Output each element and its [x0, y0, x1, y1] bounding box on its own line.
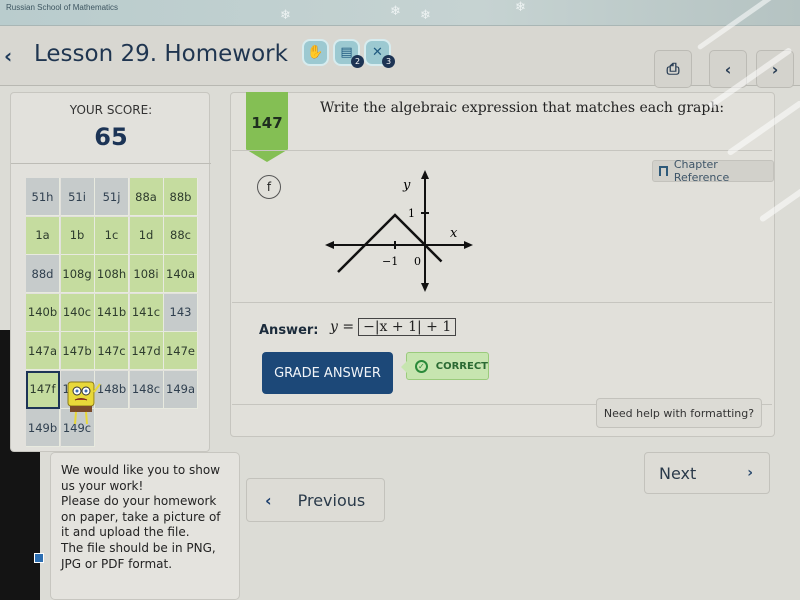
y-axis-label: y	[402, 178, 411, 193]
lesson-header: ‹ Lesson 29. Homework ✋ ▤ 2 ✕ 3 ⎙ ‹ ›	[0, 26, 800, 88]
problem-cell-147c[interactable]: 147c	[95, 332, 129, 370]
problem-cell-143[interactable]: 143	[164, 293, 198, 332]
answer-expression: y = −|x + 1| + 1	[330, 318, 457, 336]
info-line: Please do your homework on paper, take a…	[61, 494, 221, 540]
next-button[interactable]: Next ›	[644, 452, 770, 494]
divider	[232, 302, 772, 303]
problem-cell-1c[interactable]: 1c	[95, 216, 129, 255]
score-label: YOUR SCORE:	[69, 103, 153, 117]
snowflake-icon: ❄	[420, 8, 431, 23]
lesson-title: Lesson 29. Homework	[34, 41, 288, 67]
origin-label: 0	[414, 255, 421, 268]
problem-cell-1b[interactable]: 1b	[60, 216, 95, 255]
chapter-reference-label: Chapter Reference	[673, 158, 730, 184]
question-prompt: Write the algebraic expression that matc…	[320, 100, 725, 116]
absolute-value-graph: y x 1 −1 0	[325, 170, 473, 292]
problem-cell-88c[interactable]: 88c	[164, 216, 198, 255]
tools-count-badge: 3	[382, 55, 395, 68]
screen: Russian School of Mathematics ❄ ❄ ❄ ❄ ‹ …	[0, 0, 800, 600]
problem-cell-141b[interactable]: 141b	[95, 293, 129, 332]
previous-label: Previous	[297, 490, 366, 510]
problem-cell-147e[interactable]: 147e	[164, 332, 198, 370]
problem-cell-147b[interactable]: 147b	[60, 332, 95, 370]
top-banner: Russian School of Mathematics ❄ ❄ ❄ ❄	[0, 0, 800, 26]
next-label: Next	[659, 463, 697, 483]
books-count-badge: 2	[351, 55, 364, 68]
divider	[11, 163, 211, 164]
chevron-right-icon: ›	[747, 465, 753, 481]
x-axis-label: x	[450, 226, 458, 241]
chevron-left-icon: ‹	[265, 490, 272, 510]
bookmark-icon	[659, 166, 668, 176]
x-tick-label: −1	[382, 255, 398, 268]
problem-cell-140c[interactable]: 140c	[60, 293, 95, 332]
problem-cell-149b[interactable]: 149b	[26, 409, 60, 447]
previous-button[interactable]: ‹ Previous	[246, 478, 385, 522]
score-value: 65	[94, 123, 128, 151]
problem-cell-1a[interactable]: 1a	[26, 216, 60, 255]
part-label: f	[257, 175, 281, 199]
problem-cell-88d[interactable]: 88d	[26, 255, 60, 293]
desktop-shortcut-icon	[34, 553, 44, 563]
problem-cell-140a[interactable]: 140a	[164, 255, 198, 293]
upload-info-box: We would like you to show us your work! …	[50, 452, 240, 600]
status-label: CORRECT	[435, 360, 488, 372]
printer-icon: ⎙	[666, 59, 680, 78]
problem-cell-140b[interactable]: 140b	[26, 293, 60, 332]
grade-answer-button[interactable]: GRADE ANSWER	[262, 352, 393, 394]
problem-cell-147d[interactable]: 147d	[129, 332, 164, 370]
tools-icon[interactable]: ✕ 3	[364, 39, 395, 68]
problem-cell-1d[interactable]: 1d	[129, 216, 164, 255]
y-axis-arrow-down	[421, 283, 429, 292]
problem-cell-51j[interactable]: 51j	[95, 178, 129, 216]
hand-icon[interactable]: ✋	[302, 39, 329, 66]
chevron-left-icon: ‹	[724, 59, 732, 79]
answer-prefix: y =	[330, 319, 355, 335]
answer-input[interactable]: −|x + 1| + 1	[358, 318, 457, 336]
chapter-reference-button[interactable]: Chapter Reference	[652, 158, 774, 184]
formatting-help-button[interactable]: Need help with formatting?	[596, 398, 762, 428]
problem-cell-88b[interactable]: 88b	[164, 178, 198, 216]
snowflake-icon: ❄	[280, 8, 291, 23]
problem-cell-108i[interactable]: 108i	[129, 255, 164, 293]
problem-cell-108h[interactable]: 108h	[95, 255, 129, 293]
check-circle-icon: ✓	[415, 359, 428, 373]
x-axis-arrow-left	[325, 241, 334, 249]
y-axis-arrow-up	[421, 170, 429, 179]
problem-cell-51h[interactable]: 51h	[26, 178, 60, 216]
y-tick-label: 1	[408, 207, 415, 220]
question-number-tab: 147	[246, 92, 288, 162]
correct-status-badge: ✓ CORRECT	[401, 352, 489, 380]
info-line: We would like you to show us your work!	[61, 463, 221, 493]
print-button[interactable]: ⎙	[654, 50, 692, 88]
spongebob-sticker	[67, 381, 101, 425]
info-line: The file should be in PNG, JPG or PDF fo…	[61, 540, 216, 571]
problem-cell-148c[interactable]: 148c	[129, 370, 164, 409]
problem-cell-147a[interactable]: 147a	[26, 332, 60, 370]
problem-cell-51i[interactable]: 51i	[60, 178, 95, 216]
snowflake-icon: ❄	[390, 4, 401, 19]
problem-cell-108g[interactable]: 108g	[60, 255, 95, 293]
divider	[232, 150, 772, 151]
snowflake-icon: ❄	[515, 0, 526, 15]
problem-cell-149a[interactable]: 149a	[164, 370, 198, 409]
problem-cell-88a[interactable]: 88a	[129, 178, 164, 216]
problem-cell-147f[interactable]: 147f	[26, 370, 60, 409]
problem-cell-141c[interactable]: 141c	[129, 293, 164, 332]
books-icon[interactable]: ▤ 2	[333, 39, 364, 68]
school-name: Russian School of Mathematics	[6, 3, 119, 12]
x-axis-arrow-right	[464, 241, 473, 249]
back-chevron-icon[interactable]: ‹	[4, 44, 12, 68]
answer-label: Answer:	[259, 323, 319, 338]
